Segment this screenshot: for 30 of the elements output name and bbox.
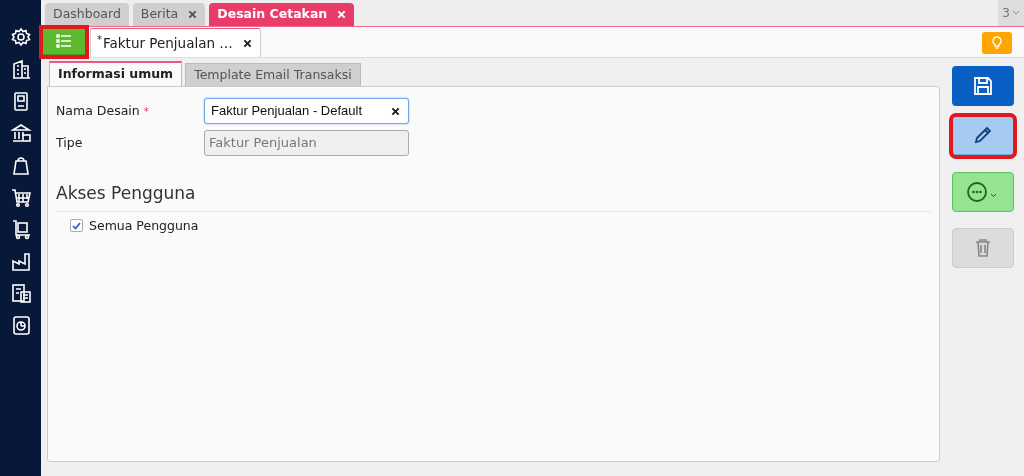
factory-icon[interactable] [9,250,32,272]
field-label: Nama Desain [56,102,140,118]
tab[interactable]: Dashboard [45,3,129,26]
field-label: Tipe [56,134,83,150]
bank-icon[interactable] [9,122,32,144]
input-field[interactable]: Faktur Penjualan - Default [204,98,409,124]
lightbulb-icon [991,36,1003,50]
tab[interactable]: Informasi umum [49,61,183,86]
tab[interactable]: Template Email Transaksi [185,63,361,86]
checkbox-label: Semua Pengguna [89,216,199,235]
cart-icon[interactable] [9,186,32,208]
document-tab[interactable]: $^{*}$Faktur Penjualan … [90,28,261,57]
chevron-icon [1011,10,1020,16]
list-icon [56,34,72,48]
more-options-button[interactable] [952,172,1014,212]
tab-count-dropdown[interactable]: 3 [998,0,1024,26]
gear-icon[interactable] [9,26,32,48]
save-button[interactable] [952,66,1014,106]
tab[interactable]: Berita [132,3,206,26]
section-heading: Akses Pengguna [56,181,931,212]
pencil-icon [973,125,993,145]
tab[interactable]: Desain Cetakan [209,3,355,26]
close-icon[interactable] [391,106,400,116]
required-mark: * [143,105,149,117]
list-menu-button[interactable] [42,28,86,56]
trash-icon [974,238,992,258]
edit-button[interactable] [952,116,1014,156]
checkbox[interactable] [70,219,83,233]
save-icon [972,75,994,97]
close-icon[interactable] [242,38,252,48]
